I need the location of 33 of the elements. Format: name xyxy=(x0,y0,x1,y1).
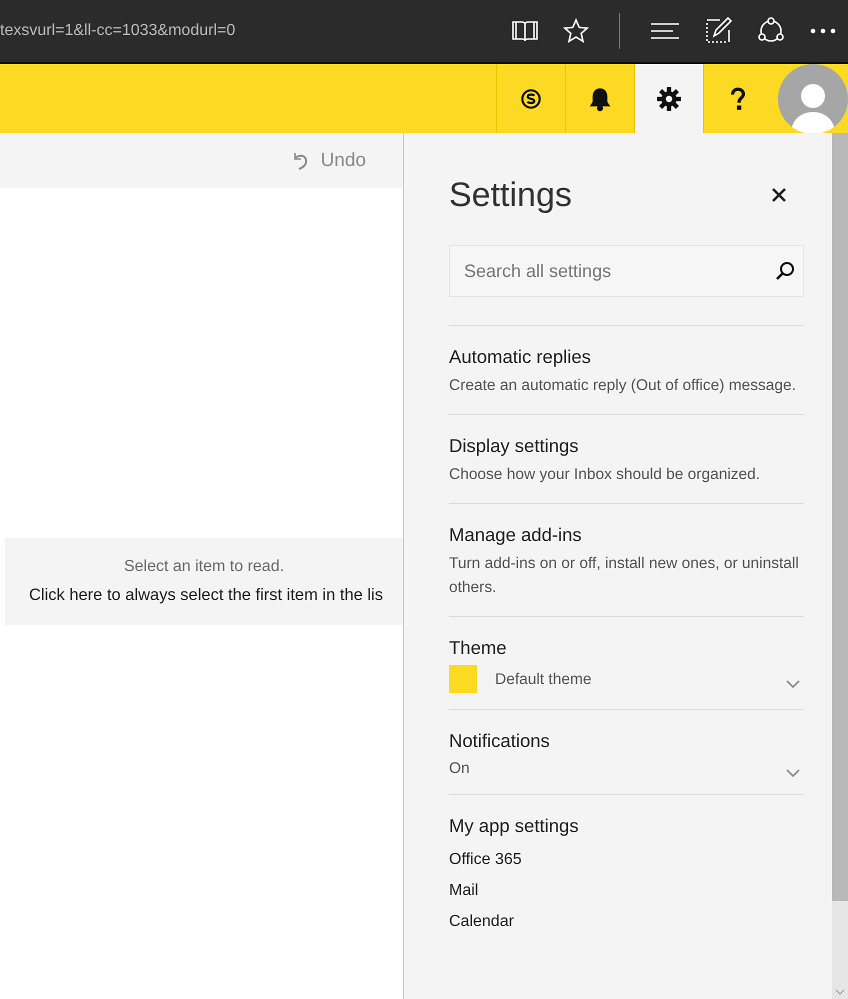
chevron-down-icon xyxy=(786,769,800,777)
setting-description: Create an automatic reply (Out of office) message. xyxy=(449,376,797,396)
search-icon[interactable] xyxy=(775,261,795,281)
setting-label: Theme xyxy=(449,637,508,659)
setting-link[interactable]: Manage add-ins xyxy=(449,524,804,546)
app-settings-link[interactable]: Office 365 xyxy=(449,851,804,869)
dropdown-value: On xyxy=(449,759,471,778)
app-settings-link[interactable]: Calendar xyxy=(449,913,804,931)
setting-description: Turn add-ins on or off, install new ones, or uninstall others. xyxy=(449,554,800,598)
setting-description: Choose how your Inbox should be organized. xyxy=(449,465,762,485)
setting-link[interactable]: Automatic replies xyxy=(449,346,804,368)
bell-icon xyxy=(587,86,613,112)
settings-icon xyxy=(656,86,682,112)
close-icon[interactable] xyxy=(772,188,786,202)
pen-square-icon[interactable] xyxy=(704,17,732,45)
empty-message: Select an item to read. xyxy=(124,558,284,576)
setting-label: Notifications xyxy=(449,730,551,752)
setting-link[interactable]: Display settings xyxy=(449,435,804,457)
lines-icon[interactable] xyxy=(650,21,680,41)
app-settings-link[interactable]: Mail xyxy=(449,882,804,900)
theme-dropdown[interactable]: Default theme xyxy=(449,665,804,693)
address-text: texsvurl=1&ll-cc=1033&modurl=0 xyxy=(0,22,236,40)
more-icon[interactable] xyxy=(810,28,836,34)
section-heading: My app settings xyxy=(449,815,580,837)
star-icon[interactable] xyxy=(563,18,589,44)
search-field[interactable]: Search all settings xyxy=(449,245,804,297)
book-icon[interactable] xyxy=(511,19,539,43)
notifications-dropdown[interactable]: On xyxy=(449,758,804,778)
chevron-down-icon xyxy=(786,680,800,688)
settings-title: Settings xyxy=(449,176,572,214)
settings-button[interactable] xyxy=(634,64,703,133)
dropdown-value: Default theme xyxy=(495,670,592,689)
select-first-link[interactable]: Click here to always select the first item in the lis xyxy=(5,586,383,605)
